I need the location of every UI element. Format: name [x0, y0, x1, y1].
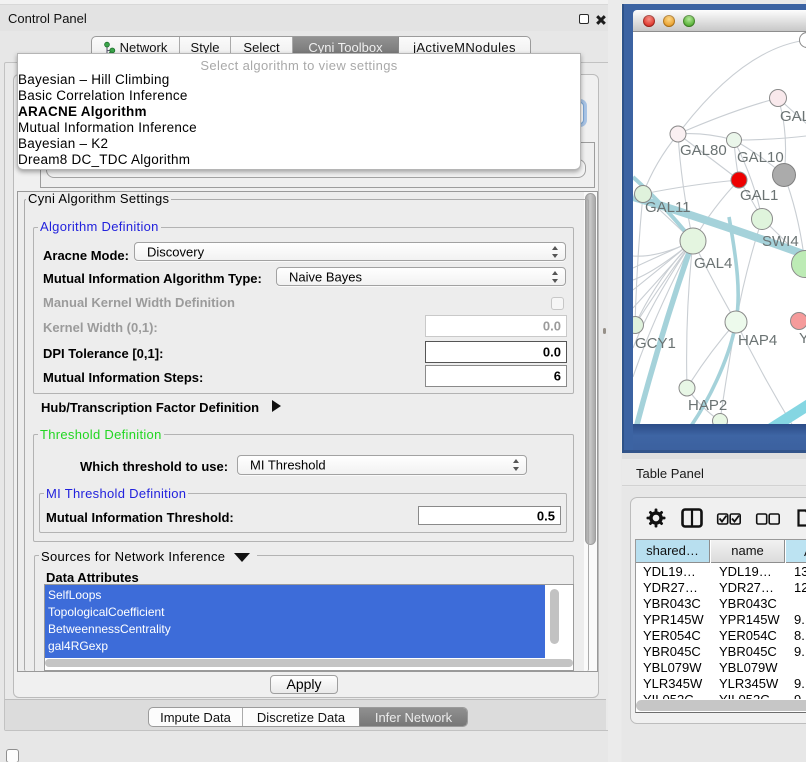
svg-text:SWI4: SWI4 [762, 233, 799, 250]
svg-text:GAL80: GAL80 [680, 142, 727, 159]
svg-text:GCY1: GCY1 [635, 335, 676, 352]
svg-text:GAL: GAL [780, 108, 806, 125]
svg-text:GAL11: GAL11 [645, 199, 691, 216]
svg-text:GAL4: GAL4 [694, 255, 732, 272]
svg-text:GAL1: GAL1 [740, 187, 778, 204]
svg-text:GAL10: GAL10 [737, 149, 784, 166]
svg-text:HAP2: HAP2 [688, 397, 727, 414]
svg-text:Y: Y [799, 330, 806, 347]
svg-text:HAP4: HAP4 [738, 332, 777, 349]
